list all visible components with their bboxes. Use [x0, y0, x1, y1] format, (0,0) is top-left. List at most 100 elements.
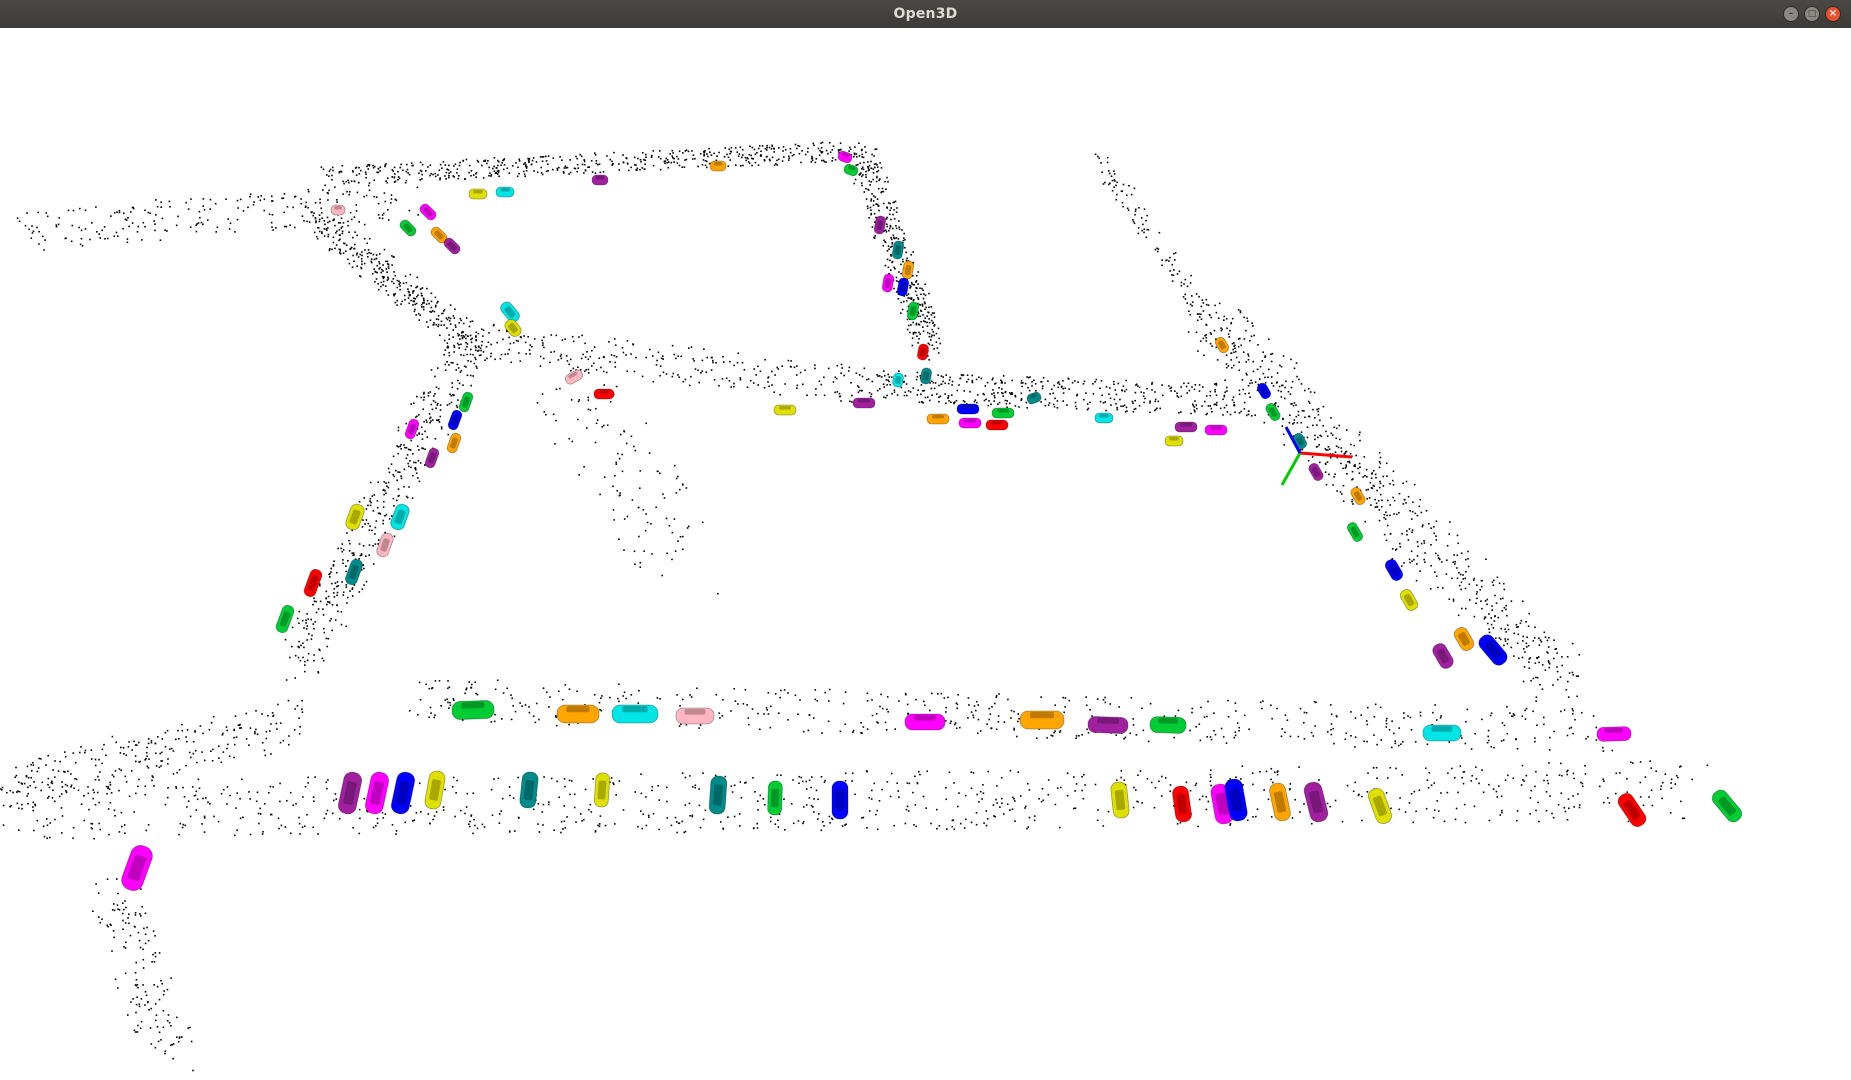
- point: [912, 331, 915, 334]
- point: [345, 180, 347, 183]
- point: [892, 201, 895, 204]
- point: [852, 772, 854, 775]
- point: [1299, 707, 1302, 710]
- point: [1145, 219, 1147, 222]
- point: [508, 336, 510, 339]
- point: [909, 287, 911, 289]
- point: [1191, 301, 1194, 303]
- point: [127, 217, 129, 219]
- point: [142, 958, 145, 961]
- point: [272, 229, 274, 231]
- point: [1649, 760, 1651, 762]
- point: [1017, 720, 1019, 723]
- point: [922, 330, 925, 333]
- point: [1571, 671, 1574, 674]
- point: [926, 315, 928, 317]
- point: [120, 811, 123, 814]
- close-button[interactable]: ×: [1825, 6, 1841, 22]
- point: [175, 738, 177, 741]
- point: [916, 371, 919, 374]
- point: [374, 280, 376, 283]
- point: [409, 460, 411, 462]
- point: [1481, 579, 1483, 582]
- point: [893, 266, 895, 269]
- point: [443, 324, 445, 326]
- point: [396, 299, 398, 302]
- point: [234, 715, 237, 717]
- point: [1456, 554, 1459, 557]
- point: [744, 689, 747, 691]
- point: [105, 785, 108, 788]
- point: [486, 162, 488, 165]
- point: [283, 225, 286, 228]
- point: [1405, 502, 1407, 504]
- point: [329, 168, 332, 171]
- title-bar[interactable]: Open3D – □ ×: [0, 0, 1851, 28]
- maximize-icon: □: [1807, 8, 1817, 19]
- point-cloud-scene[interactable]: [0, 28, 1851, 1080]
- point: [718, 712, 721, 714]
- point: [383, 493, 385, 496]
- point: [877, 205, 880, 207]
- point: [676, 162, 679, 164]
- point: [21, 783, 23, 785]
- point: [328, 602, 331, 604]
- point: [1016, 735, 1018, 738]
- point: [154, 223, 156, 225]
- point: [449, 701, 451, 704]
- point: [192, 752, 195, 755]
- point: [323, 228, 326, 230]
- point: [435, 407, 437, 409]
- point: [362, 545, 365, 547]
- point: [747, 161, 750, 163]
- point: [975, 812, 978, 814]
- maximize-button[interactable]: □: [1804, 6, 1820, 22]
- point: [1286, 719, 1289, 721]
- point: [1017, 771, 1020, 773]
- point: [1211, 411, 1213, 413]
- point: [746, 157, 748, 159]
- point: [938, 825, 941, 827]
- point: [382, 506, 385, 508]
- point: [791, 154, 794, 157]
- point: [470, 174, 472, 177]
- point: [391, 264, 393, 266]
- point: [390, 515, 393, 517]
- point: [864, 146, 866, 148]
- point: [1210, 776, 1212, 778]
- point: [753, 368, 756, 370]
- point: [1473, 577, 1476, 580]
- point: [637, 825, 639, 828]
- point: [1306, 436, 1309, 439]
- point: [1225, 354, 1228, 356]
- point: [891, 772, 893, 775]
- point: [1245, 361, 1247, 363]
- point: [354, 231, 356, 233]
- point: [527, 157, 529, 160]
- point: [476, 693, 479, 696]
- point: [1577, 793, 1579, 795]
- point: [1132, 220, 1135, 223]
- point: [656, 697, 659, 699]
- point: [851, 780, 853, 782]
- point: [372, 510, 375, 512]
- point: [80, 237, 83, 240]
- point: [1413, 790, 1416, 793]
- point: [902, 260, 904, 263]
- point: [94, 779, 97, 781]
- point: [32, 809, 34, 812]
- point: [1248, 410, 1250, 412]
- point: [1275, 382, 1278, 384]
- point: [84, 751, 86, 754]
- point: [822, 821, 824, 823]
- minimize-button[interactable]: –: [1783, 6, 1799, 22]
- point: [1220, 329, 1223, 332]
- point: [704, 809, 707, 812]
- point: [1462, 574, 1464, 576]
- point: [1480, 600, 1482, 602]
- point: [701, 370, 704, 372]
- 3d-viewport[interactable]: [0, 28, 1851, 1080]
- point: [433, 322, 435, 324]
- point: [194, 731, 196, 733]
- point: [420, 292, 423, 295]
